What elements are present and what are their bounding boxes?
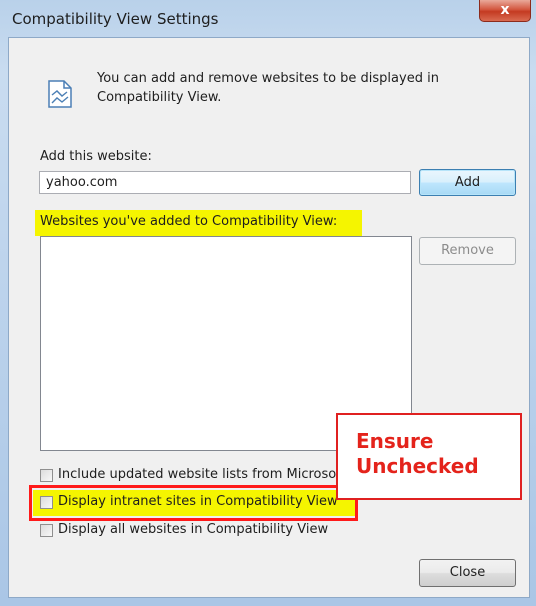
compatibility-view-settings-dialog: Compatibility View Settings x You can ad…	[0, 0, 536, 606]
info-text: You can add and remove websites to be di…	[97, 71, 439, 105]
websites-list-label: Websites you've added to Compatibility V…	[40, 214, 338, 229]
callout-line-1: Ensure	[356, 429, 434, 453]
display-all-websites-checkbox[interactable]	[40, 524, 53, 537]
title-bar: Compatibility View Settings x	[0, 0, 536, 36]
callout-text: Ensure Unchecked	[356, 429, 522, 479]
display-all-websites-label: Display all websites in Compatibility Vi…	[58, 522, 329, 537]
window-title: Compatibility View Settings	[12, 10, 219, 28]
compatibility-view-icon	[47, 79, 73, 113]
close-button[interactable]: Close	[419, 559, 516, 587]
dialog-client-area: You can add and remove websites to be di…	[8, 37, 530, 598]
remove-button[interactable]: Remove	[419, 237, 516, 265]
callout-line-2: Unchecked	[356, 454, 479, 478]
add-website-label: Add this website:	[40, 149, 152, 164]
add-button[interactable]: Add	[419, 169, 516, 196]
window-close-button[interactable]: x	[479, 0, 531, 22]
ensure-unchecked-callout: Ensure Unchecked	[336, 413, 522, 500]
intranet-option-red-outline	[29, 485, 358, 521]
add-website-input[interactable]	[39, 171, 411, 194]
include-updated-lists-label: Include updated website lists from Micro…	[58, 467, 346, 482]
include-updated-lists-checkbox[interactable]	[40, 469, 53, 482]
